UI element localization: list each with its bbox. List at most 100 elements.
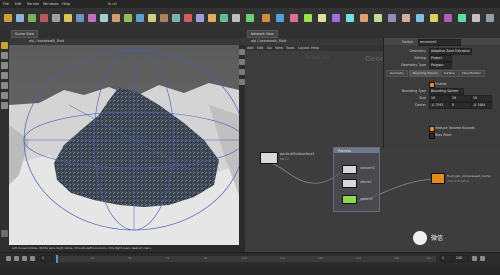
shelf-icon[interactable] xyxy=(160,14,168,22)
shelf-icon[interactable] xyxy=(374,14,382,22)
menu-help[interactable]: Help xyxy=(62,2,70,6)
node-fluid-sim-cache[interactable] xyxy=(431,173,445,184)
shelf-icon[interactable] xyxy=(346,14,354,22)
shelf-icon[interactable] xyxy=(124,14,132,22)
shelf-icon[interactable] xyxy=(318,14,326,22)
snap-tool-icon[interactable] xyxy=(1,230,8,237)
network-menu-add[interactable]: Add xyxy=(247,46,254,50)
param-field-size-y[interactable]: 19 xyxy=(450,95,471,102)
shelf-icon[interactable] xyxy=(444,14,452,22)
node-label: fluid_sim_compressed_cache xyxy=(447,174,491,178)
frame-field[interactable]: 1 xyxy=(40,255,53,262)
shelf-icon[interactable] xyxy=(148,14,156,22)
param-field-bounding-type[interactable]: Bounding Sphere xyxy=(429,88,464,95)
realtime-toggle-icon[interactable] xyxy=(480,256,485,261)
shelf-icon[interactable] xyxy=(262,14,270,22)
desktop-build-label[interactable]: Build xyxy=(108,2,117,6)
shelf-icon[interactable] xyxy=(332,14,340,22)
shelf-icon[interactable] xyxy=(28,14,36,22)
network-path[interactable]: obj / boardwalk_fluid xyxy=(251,39,286,43)
scale-tool-icon[interactable] xyxy=(1,72,8,79)
node-xform[interactable] xyxy=(342,179,357,188)
viewport-tabbar: Scene View xyxy=(9,30,245,38)
move-tool-icon[interactable] xyxy=(1,52,8,59)
shelf-icon[interactable] xyxy=(64,14,72,22)
shelf-icon[interactable] xyxy=(184,14,192,22)
shelf-icon[interactable] xyxy=(304,14,312,22)
shelf-icon[interactable] xyxy=(52,14,60,22)
shelf-icon[interactable] xyxy=(290,14,298,22)
node-particlefluidsurface[interactable] xyxy=(260,152,278,164)
network-menu-help[interactable]: Help xyxy=(311,46,319,50)
network-box-header: Process xyxy=(334,148,379,153)
shelf-icon[interactable] xyxy=(388,14,396,22)
shelf-icon[interactable] xyxy=(172,14,180,22)
shelf-icon[interactable] xyxy=(88,14,96,22)
menu-windows[interactable]: Windows xyxy=(43,2,59,6)
shelf-icon[interactable] xyxy=(76,14,84,22)
select-tool-icon[interactable] xyxy=(1,42,8,49)
tab-network-view[interactable]: Network View xyxy=(247,30,278,38)
shelf-icon[interactable] xyxy=(486,14,494,22)
viewport-path[interactable]: obj / boardwalk_fluid xyxy=(29,39,64,43)
shelf-icon[interactable] xyxy=(360,14,368,22)
view-tool-icon[interactable] xyxy=(1,102,8,109)
network-menu-tools[interactable]: Tools xyxy=(286,46,294,50)
viewport-3d[interactable] xyxy=(9,45,239,245)
play-forward-icon[interactable] xyxy=(30,256,35,261)
shelf-icon[interactable] xyxy=(232,14,240,22)
shelf-icon[interactable] xyxy=(472,14,480,22)
shelf-icon[interactable] xyxy=(136,14,144,22)
param-field-geometry[interactable]: Adaptive Zone Extractor xyxy=(429,48,472,55)
end-frame-field[interactable]: 240 xyxy=(454,255,469,262)
shelf-icon[interactable] xyxy=(208,14,216,22)
timeline-track[interactable]: 1 24 48 72 96 120 144 168 192 216 240 xyxy=(56,255,436,263)
node-name-field[interactable]: recursive1 xyxy=(418,39,461,46)
shelf-icon[interactable] xyxy=(112,14,120,22)
param-field-center-x[interactable]: -0.7593 xyxy=(429,102,450,109)
param-field-center-y[interactable]: 0 xyxy=(450,102,471,109)
param-field-size-x[interactable]: 19 xyxy=(429,95,450,102)
menu-render[interactable]: Render xyxy=(27,2,39,6)
tab-bounding-volume[interactable]: Bounding Volume xyxy=(409,70,442,77)
pose-tool-icon[interactable] xyxy=(1,92,8,99)
menu-edit[interactable]: Edit xyxy=(15,2,22,6)
network-menu-view[interactable]: View xyxy=(275,46,283,50)
play-back-icon[interactable] xyxy=(6,256,11,261)
param-field-size-z[interactable]: 19 xyxy=(471,95,492,102)
param-field-setting[interactable]: Project xyxy=(429,55,452,62)
shelf-icon[interactable] xyxy=(40,14,48,22)
shelf-icon[interactable] xyxy=(458,14,466,22)
network-menu-edit[interactable]: Edit xyxy=(257,46,264,50)
tab-simplification[interactable]: Simplification xyxy=(458,70,485,77)
tab-scene-view[interactable]: Scene View xyxy=(11,30,38,38)
shelf-icon[interactable] xyxy=(220,14,228,22)
wechat-logo xyxy=(413,231,427,245)
shelf-icon[interactable] xyxy=(246,14,254,22)
stop-icon[interactable] xyxy=(22,256,27,261)
tab-geometry[interactable]: Geometry xyxy=(386,70,408,77)
network-menu-go[interactable]: Go xyxy=(267,46,272,50)
param-field-geometry-type[interactable]: Polygon xyxy=(429,62,452,69)
status-text: Left mouse tumbles. Middle pans. Right d… xyxy=(12,246,152,250)
node-convert[interactable] xyxy=(342,165,357,174)
play-icon[interactable] xyxy=(14,256,19,261)
start-frame-field[interactable]: 1 xyxy=(440,255,453,262)
shelf-icon[interactable] xyxy=(402,14,410,22)
handle-tool-icon[interactable] xyxy=(1,82,8,89)
shelf-icon[interactable] xyxy=(100,14,108,22)
shelf-icon[interactable] xyxy=(276,14,284,22)
node-switch[interactable] xyxy=(342,195,357,204)
network-menu-layout[interactable]: Layout xyxy=(298,46,310,50)
shelf-icon[interactable] xyxy=(4,14,12,22)
shelf-icon[interactable] xyxy=(196,14,204,22)
tab-surface[interactable]: Surface xyxy=(440,70,459,77)
shelf-icon[interactable] xyxy=(16,14,24,22)
shelf-icon[interactable] xyxy=(416,14,424,22)
rotate-tool-icon[interactable] xyxy=(1,62,8,69)
param-field-center-z[interactable]: -0.7484 xyxy=(471,102,492,109)
timeline-tick: 240 xyxy=(426,257,431,260)
menu-file[interactable]: File xyxy=(3,2,9,6)
keyframe-icon[interactable] xyxy=(472,256,477,261)
shelf-icon[interactable] xyxy=(430,14,438,22)
